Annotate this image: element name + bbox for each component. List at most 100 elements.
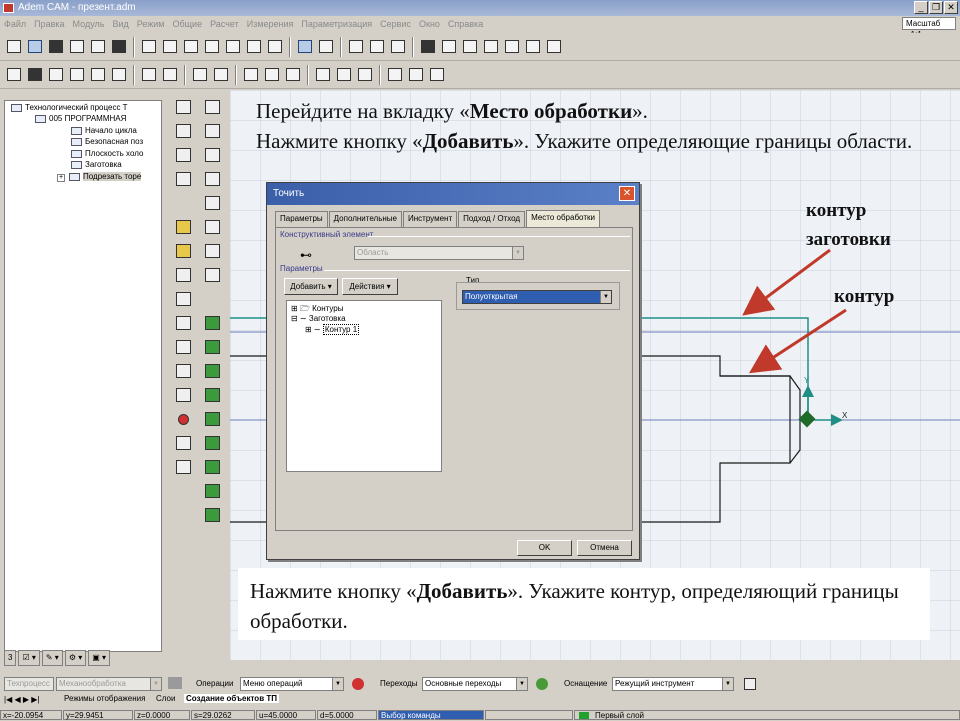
equipment-select[interactable]: Режущий инструмент ▼	[612, 677, 734, 691]
menu-help[interactable]: Справка	[448, 16, 483, 32]
table-tool-icon[interactable]	[201, 216, 223, 238]
dialog-close-button[interactable]: ✕	[619, 186, 635, 201]
menu-param[interactable]: Параметризация	[301, 16, 372, 32]
open-folder-icon[interactable]	[25, 37, 45, 57]
copy-page-icon[interactable]	[109, 65, 129, 85]
menu-edit[interactable]: Правка	[34, 16, 64, 32]
menu-calc[interactable]: Расчет	[210, 16, 239, 32]
menu-window[interactable]: Окно	[419, 16, 440, 32]
bracket-tool-icon[interactable]	[172, 144, 194, 166]
tab-machining-place[interactable]: Место обработки	[526, 210, 600, 227]
page-icon[interactable]	[88, 65, 108, 85]
grooving-tool-icon[interactable]	[172, 264, 194, 286]
hand-icon[interactable]	[502, 37, 522, 57]
operations-select[interactable]: Меню операций ▼	[240, 677, 344, 691]
tab-create-objects[interactable]: Создание объектов ТП	[184, 694, 279, 703]
tab-approach[interactable]: Подход / Отход	[458, 211, 526, 227]
plane-tool-icon[interactable]	[201, 432, 223, 454]
parting-tool-icon[interactable]	[172, 288, 194, 310]
process-field[interactable]: Техпроцесс	[4, 677, 54, 691]
new-file-icon[interactable]	[4, 37, 24, 57]
tab-number[interactable]: 3	[4, 650, 17, 666]
tab-nav-arrows[interactable]: |◀ ◀ ▶ ▶|	[4, 694, 64, 706]
list-icon[interactable]	[385, 65, 405, 85]
minimize-button[interactable]: _	[914, 1, 928, 14]
crosshair-icon[interactable]	[523, 37, 543, 57]
apply-icon[interactable]	[536, 678, 548, 690]
menu-file[interactable]: Файл	[4, 16, 26, 32]
clock-icon[interactable]	[427, 65, 447, 85]
menu-view[interactable]: Вид	[112, 16, 128, 32]
print-icon[interactable]	[67, 37, 87, 57]
layers-icon[interactable]	[295, 37, 315, 57]
cube-icon[interactable]	[346, 37, 366, 57]
stop-icon[interactable]	[265, 37, 285, 57]
step-tool-icon[interactable]	[201, 360, 223, 382]
record-icon[interactable]	[352, 678, 364, 690]
calculator-icon[interactable]	[244, 37, 264, 57]
tab-library[interactable]: ▣ ▾	[88, 650, 111, 666]
menu-measure[interactable]: Измерения	[247, 16, 294, 32]
spiral-icon[interactable]	[172, 432, 194, 454]
scissors-tool-icon[interactable]	[201, 168, 223, 190]
boring-tool-icon[interactable]	[172, 360, 194, 382]
tab-tree[interactable]: ☑ ▾	[18, 650, 40, 666]
menu-service[interactable]: Сервис	[380, 16, 411, 32]
glasses-icon[interactable]	[25, 65, 45, 85]
box-icon[interactable]	[460, 37, 480, 57]
edge-tool-icon[interactable]	[201, 120, 223, 142]
brush-tool-icon[interactable]	[201, 480, 223, 502]
tree-item[interactable]: Технологический процесс Т	[11, 103, 128, 112]
equipment-icon[interactable]	[744, 678, 756, 690]
process-icon[interactable]	[168, 677, 182, 689]
delete-icon[interactable]	[334, 65, 354, 85]
filter-icon[interactable]	[172, 456, 194, 478]
tree-item-selected[interactable]: + Подрезать торе	[57, 172, 142, 182]
pointer-icon[interactable]	[181, 37, 201, 57]
menu-mode[interactable]: Режим	[137, 16, 165, 32]
grid-icon[interactable]	[544, 37, 564, 57]
tree-icon[interactable]	[283, 65, 303, 85]
arrows-icon[interactable]	[388, 37, 408, 57]
module-icon[interactable]	[4, 65, 24, 85]
menu-general[interactable]: Общие	[173, 16, 203, 32]
cut-icon[interactable]	[88, 37, 108, 57]
transform-icon[interactable]	[439, 37, 459, 57]
restore-button[interactable]: ❐	[929, 1, 943, 14]
tab-display-modes[interactable]: Режимы отображения	[64, 694, 146, 703]
cancel-button[interactable]: Отмена	[577, 540, 632, 556]
undo-icon[interactable]	[139, 65, 159, 85]
wireframe-tool-icon[interactable]	[201, 456, 223, 478]
block-tool-icon[interactable]	[201, 384, 223, 406]
save-disabled-icon[interactable]	[46, 65, 66, 85]
properties-icon[interactable]	[160, 37, 180, 57]
cursor-select-icon[interactable]	[367, 37, 387, 57]
image-icon[interactable]	[211, 65, 231, 85]
tilt-tool-icon[interactable]	[201, 336, 223, 358]
move-icon[interactable]	[481, 37, 501, 57]
save-view-icon[interactable]	[418, 37, 438, 57]
tree-item[interactable]: Плоскость холо	[71, 149, 143, 158]
cube-tool-icon[interactable]	[201, 264, 223, 286]
save-icon[interactable]	[46, 37, 66, 57]
tree-node-contour-1[interactable]: ⊞ ∼ Контур 1	[305, 324, 360, 335]
structure-icon[interactable]	[190, 65, 210, 85]
zoom-field[interactable]: Масштаб =1:1	[902, 17, 956, 39]
transitions-select[interactable]: Основные переходы ▼	[422, 677, 528, 691]
contour-tree[interactable]: ⊞ 🗁 Контуры ⊟ ∼ Заготовка ⊞ ∼ Контур 1	[286, 300, 442, 472]
machine-tool-icon[interactable]	[201, 312, 223, 334]
tab-parameters[interactable]: Параметры	[275, 211, 328, 227]
drilling-tool-icon[interactable]	[172, 336, 194, 358]
threading-tool-icon[interactable]	[172, 312, 194, 334]
axes-tool-icon[interactable]	[201, 504, 223, 526]
copy-icon[interactable]	[109, 37, 129, 57]
add-button[interactable]: Добавить ▾	[284, 278, 338, 295]
paste-icon[interactable]	[355, 65, 375, 85]
tree-node-blank[interactable]: ⊟ ∼ Заготовка	[291, 314, 346, 323]
table-icon[interactable]	[262, 65, 282, 85]
type-select[interactable]: Полуоткрытая ▼	[462, 290, 612, 304]
diagonal-tool-icon[interactable]	[172, 168, 194, 190]
edit-icon[interactable]	[67, 65, 87, 85]
variables-icon[interactable]	[202, 37, 222, 57]
tree-item[interactable]: Заготовка	[71, 160, 122, 169]
